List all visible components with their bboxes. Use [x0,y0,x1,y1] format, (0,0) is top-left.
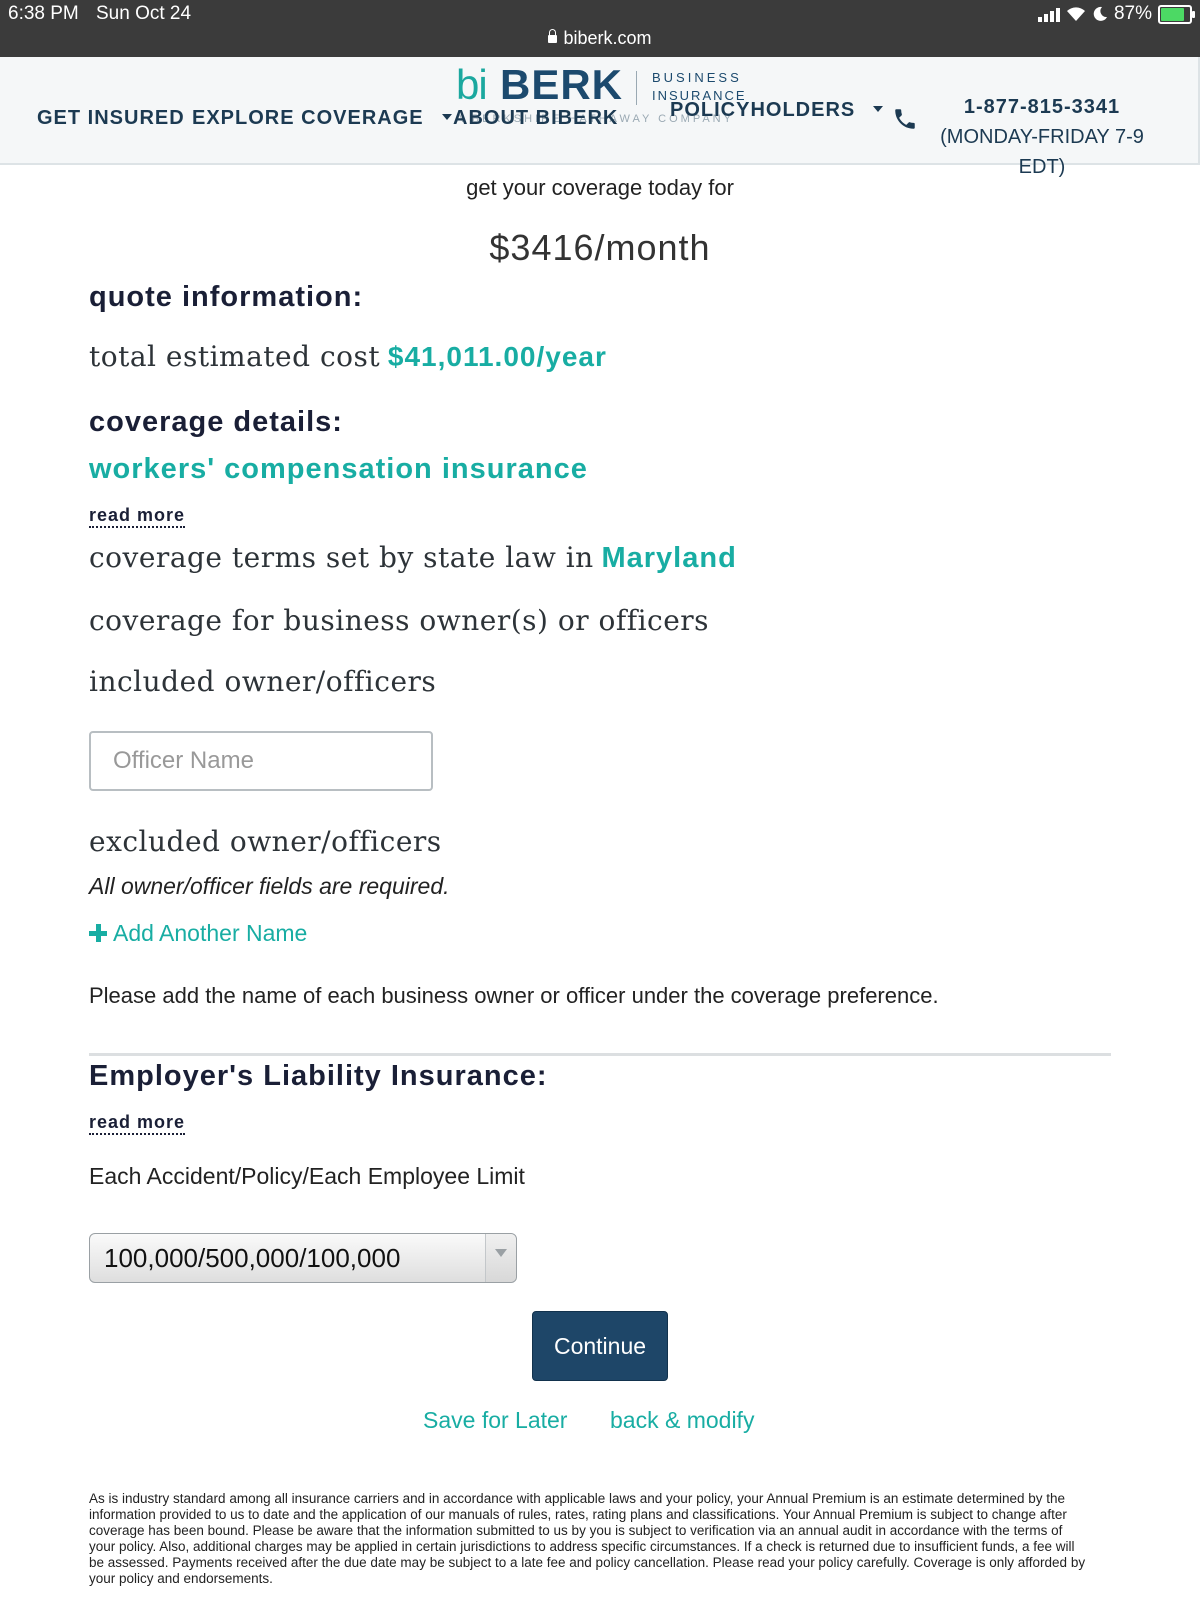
add-another-name-link[interactable]: Add Another Name [89,920,307,947]
coverage-today-label: get your coverage today for [466,175,734,200]
phone-hours: (MONDAY-FRIDAY 7-9 EDT) [940,126,1144,178]
back-modify-link[interactable]: back & modify [610,1407,754,1434]
officer-name-input[interactable]: Officer Name [89,731,433,791]
total-cost-value: $41,011.00/year [387,341,607,372]
plus-icon [89,924,107,942]
read-more-link[interactable]: read more [89,504,186,528]
add-another-name-label: Add Another Name [113,920,308,946]
status-date: Sun Oct 24 [96,3,192,24]
nav-get-insured[interactable]: GET INSURED [37,107,185,130]
logo-berk: BERK [500,61,624,108]
phone-contact[interactable]: 1-877-815-3341 (MONDAY-FRIDAY 7-9 EDT) [930,92,1154,182]
chevron-down-icon [873,105,884,112]
included-officers-label: included owner/officers [89,665,437,698]
wifi-icon [1066,7,1085,21]
owner-coverage-label: coverage for business owner(s) or office… [89,604,710,637]
logo-bi: bi [456,61,488,108]
dropdown-arrow-icon [485,1234,516,1282]
logo-divider [636,71,637,105]
battery-percent: 87% [1113,3,1152,24]
status-indicators: 87% [1037,3,1195,25]
nav-explore-coverage[interactable]: EXPLORE COVERAGE [192,107,452,130]
ios-status-bar: 6:38 PM Sun Oct 24 87% biberk.com [0,0,1200,57]
monthly-price: $3416/month [489,227,711,268]
battery-icon [1158,4,1195,24]
section-divider [89,1053,1111,1056]
moon-icon [1093,6,1107,21]
chevron-down-icon [441,113,452,120]
save-for-later-link[interactable]: Save for Later [423,1407,567,1434]
continue-button[interactable]: Continue [532,1311,668,1381]
coverage-name: workers' compensation insurance [89,453,588,485]
nav-about-biberk[interactable]: ABOUT BIBERK [453,107,618,130]
employer-liability-heading: Employer's Liability Insurance: [89,1060,548,1092]
employer-read-more-link[interactable]: read more [89,1111,186,1135]
state-law-row: coverage terms set by state law in Maryl… [89,541,737,575]
status-time: 6:38 PM [8,3,79,24]
logo-business: BUSINESS [652,70,742,85]
url-text: biberk.com [563,28,652,48]
state-name: Maryland [601,542,737,574]
nav-policyholders-label: POLICYHOLDERS [670,99,856,121]
total-cost-label: total estimated cost [89,340,381,373]
nav-policyholders[interactable]: POLICYHOLDERS [670,99,884,122]
required-note: All owner/officer fields are required. [89,873,450,899]
limit-label: Each Accident/Policy/Each Employee Limit [89,1163,525,1189]
state-law-label: coverage terms set by state law in [89,541,594,574]
nav-explore-coverage-label: EXPLORE COVERAGE [192,107,424,129]
premium-disclaimer: As is industry standard among all insura… [89,1491,1086,1586]
liability-limit-select[interactable]: 100,000/500,000/100,000 [89,1233,517,1283]
address-bar[interactable]: biberk.com [0,28,1200,49]
total-cost-row: total estimated cost $41,011.00/year [89,340,607,373]
liability-limit-value: 100,000/500,000/100,000 [104,1243,401,1273]
excluded-officers-label: excluded owner/officers [89,825,442,858]
phone-icon[interactable] [892,106,918,132]
coverage-details-heading: coverage details: [89,406,343,438]
owner-instructions: Please add the name of each business own… [89,983,939,1008]
quote-information-heading: quote information: [89,281,364,313]
phone-number: 1-877-815-3341 [963,96,1121,118]
lock-icon [548,29,558,43]
cellular-signal-icon [1037,6,1060,22]
